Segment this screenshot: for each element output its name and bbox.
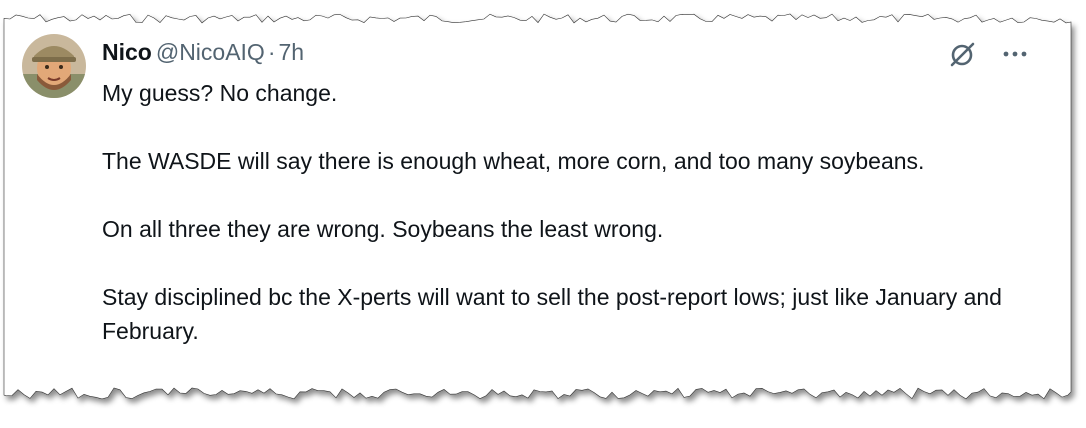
tweet-header: Nico @NicoAIQ · 7h — [102, 36, 304, 68]
separator-dot: · — [267, 39, 276, 65]
tweet-paragraph: My guess? No change. — [102, 80, 338, 106]
tweet-text: My guess? No change. The WASDE will say … — [102, 76, 1022, 348]
more-options-icon[interactable] — [1000, 44, 1030, 64]
avatar[interactable] — [22, 34, 86, 98]
tweet-paragraph: Stay disciplined bc the X-perts will wan… — [102, 284, 1002, 344]
torn-paper-screenshot: Nico @NicoAIQ · 7h My guess? No change. The… — [0, 0, 1086, 428]
timestamp[interactable]: 7h — [279, 39, 305, 65]
grok-icon[interactable] — [947, 40, 977, 70]
tweet-paragraph: The WASDE will say there is enough wheat… — [102, 148, 925, 174]
tweet-paragraph: On all three they are wrong. Soybeans th… — [102, 216, 664, 242]
display-name[interactable]: Nico — [102, 39, 152, 65]
user-handle[interactable]: @NicoAIQ — [156, 39, 265, 65]
